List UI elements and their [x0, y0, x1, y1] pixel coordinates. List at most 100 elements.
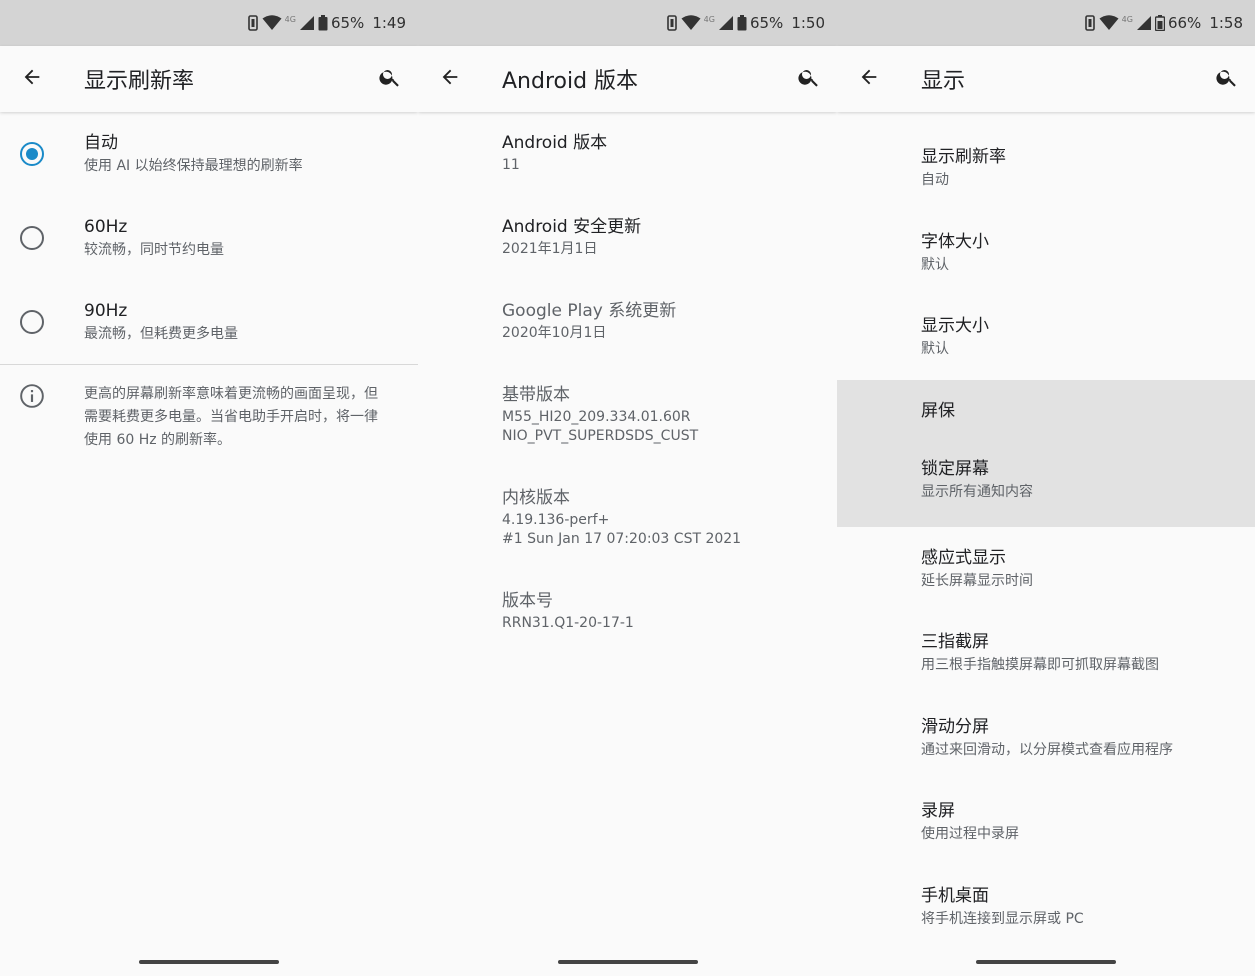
search-button[interactable]	[362, 46, 418, 112]
item-title: 显示大小	[921, 316, 989, 337]
back-arrow-icon	[858, 66, 880, 92]
item-title: 手机桌面	[921, 885, 989, 906]
item-security-update[interactable]: Android 安全更新 2021年1月1日	[418, 206, 837, 290]
item-value: 2020年10月1日	[502, 325, 607, 341]
status-bar: 4G 66% 1:58	[837, 0, 1255, 46]
info-icon	[19, 383, 45, 452]
item-refresh-rate[interactable]: 显示刷新率 自动	[837, 126, 1255, 211]
back-arrow-icon	[21, 66, 43, 92]
page-title: 显示刷新率	[84, 69, 195, 94]
radio-unselected[interactable]	[20, 226, 44, 250]
radio-selected[interactable]	[20, 142, 44, 166]
item-value: RRN31.Q1-20-17-1	[502, 615, 634, 631]
item-subtitle: 使用过程中录屏	[921, 826, 1019, 843]
back-button[interactable]	[418, 46, 482, 112]
item-title: Android 版本	[502, 133, 608, 153]
search-icon	[378, 65, 402, 93]
item-three-finger-screenshot[interactable]: 三指截屏 用三根手指触摸屏幕即可抓取屏幕截图	[837, 611, 1255, 696]
item-value: NIO_PVT_SUPERDSDS_CUST	[502, 428, 699, 444]
radio-unselected[interactable]	[20, 310, 44, 334]
item-phone-desktop[interactable]: 手机桌面 将手机连接到显示屏或 PC	[837, 865, 1255, 950]
item-subtitle: 延长屏幕显示时间	[921, 572, 1033, 589]
item-title: Google Play 系统更新	[502, 301, 677, 321]
page-title: 显示	[921, 69, 966, 94]
network-type: 4G	[1121, 14, 1133, 24]
item-value: #1 Sun Jan 17 07:20:03 CST 2021	[502, 531, 742, 547]
signal-icon	[299, 15, 315, 31]
network-type: 4G	[284, 14, 296, 24]
item-title: 版本号	[502, 591, 553, 611]
battery-percent: 65%	[330, 14, 365, 32]
gesture-nav-bar[interactable]	[139, 960, 279, 964]
vibrate-icon	[1084, 15, 1096, 31]
screen-display: 4G 66% 1:58 显示 显示刷新率 自动 字体大小 默认 显示大小 默认 …	[837, 0, 1255, 976]
battery-icon	[1154, 15, 1165, 31]
app-bar: 显示刷新率	[0, 46, 418, 112]
signal-icon	[718, 15, 734, 31]
status-bar: 4G 65% 1:50	[418, 0, 837, 46]
search-button[interactable]	[781, 46, 837, 112]
item-title: 基带版本	[502, 385, 570, 405]
option-title: 90Hz	[84, 301, 128, 321]
battery-percent: 65%	[749, 14, 784, 32]
item-play-system-update[interactable]: Google Play 系统更新 2020年10月1日	[418, 290, 837, 374]
battery-percent: 66%	[1167, 14, 1202, 32]
back-arrow-icon	[439, 66, 461, 92]
item-title: 屏保	[921, 400, 955, 421]
network-type: 4G	[703, 14, 715, 24]
item-value: M55_HI20_209.334.01.60R	[502, 409, 691, 425]
vibrate-icon	[666, 15, 678, 31]
item-value: 4.19.136-perf+	[502, 512, 610, 528]
search-button[interactable]	[1199, 46, 1255, 112]
info-footer: 更高的屏幕刷新率意味着更流畅的画面呈现，但需要耗费更多电量。当省电助手开启时，将…	[0, 365, 418, 452]
item-subtitle: 自动	[921, 172, 949, 189]
search-icon	[797, 65, 821, 93]
option-60hz[interactable]: 60Hz 较流畅，同时节约电量	[0, 196, 418, 280]
page-title: Android 版本	[502, 69, 639, 94]
item-android-version[interactable]: Android 版本 11	[418, 122, 837, 206]
app-bar: Android 版本	[418, 46, 837, 112]
option-subtitle: 使用 AI 以始终保持最理想的刷新率	[84, 158, 303, 174]
item-value: 2021年1月1日	[502, 241, 598, 257]
item-title: 三指截屏	[921, 632, 989, 653]
item-title: 字体大小	[921, 231, 989, 252]
item-subtitle: 默认	[921, 256, 949, 273]
battery-icon	[318, 15, 328, 31]
item-font-size[interactable]: 字体大小 默认	[837, 211, 1255, 296]
item-screensaver[interactable]: 屏保	[837, 379, 1255, 442]
option-90hz[interactable]: 90Hz 最流畅，但耗费更多电量	[0, 280, 418, 364]
signal-icon	[1136, 15, 1152, 31]
screen-refresh-rate: 4G 65% 1:49 显示刷新率 自动 使用 AI 以始终保持最理想的刷新率	[0, 0, 418, 976]
wifi-icon	[262, 15, 282, 31]
wifi-icon	[681, 15, 701, 31]
gesture-nav-bar[interactable]	[976, 960, 1116, 964]
item-title: 滑动分屏	[921, 716, 989, 737]
item-baseband[interactable]: 基带版本 M55_HI20_209.334.01.60R NIO_PVT_SUP…	[418, 374, 837, 477]
clock: 1:58	[1209, 14, 1243, 32]
wifi-icon	[1099, 15, 1119, 31]
item-kernel[interactable]: 内核版本 4.19.136-perf+ #1 Sun Jan 17 07:20:…	[418, 477, 837, 580]
item-ambient-display[interactable]: 感应式显示 延长屏幕显示时间	[837, 527, 1255, 612]
gesture-nav-bar[interactable]	[557, 960, 698, 964]
option-subtitle: 较流畅，同时节约电量	[84, 242, 224, 258]
item-title: Android 安全更新	[502, 217, 642, 237]
item-swipe-split-screen[interactable]: 滑动分屏 通过来回滑动，以分屏模式查看应用程序	[837, 696, 1255, 781]
item-subtitle: 通过来回滑动，以分屏模式查看应用程序	[921, 741, 1173, 758]
item-title: 录屏	[921, 801, 955, 822]
item-screen-record[interactable]: 录屏 使用过程中录屏	[837, 780, 1255, 865]
item-lock-screen[interactable]: 锁定屏幕 显示所有通知内容	[837, 441, 1255, 527]
option-auto[interactable]: 自动 使用 AI 以始终保持最理想的刷新率	[0, 112, 418, 196]
battery-icon	[737, 15, 747, 31]
back-button[interactable]	[837, 46, 901, 112]
item-build-number[interactable]: 版本号 RRN31.Q1-20-17-1	[418, 580, 837, 664]
item-title: 显示刷新率	[921, 147, 1006, 168]
app-bar: 显示	[837, 46, 1255, 112]
option-title: 60Hz	[84, 217, 128, 237]
back-button[interactable]	[0, 46, 64, 112]
vibrate-icon	[247, 15, 259, 31]
search-icon	[1215, 65, 1239, 93]
clock: 1:49	[372, 14, 406, 32]
clock: 1:50	[791, 14, 825, 32]
item-subtitle: 用三根手指触摸屏幕即可抓取屏幕截图	[921, 657, 1159, 674]
item-display-size[interactable]: 显示大小 默认	[837, 295, 1255, 380]
